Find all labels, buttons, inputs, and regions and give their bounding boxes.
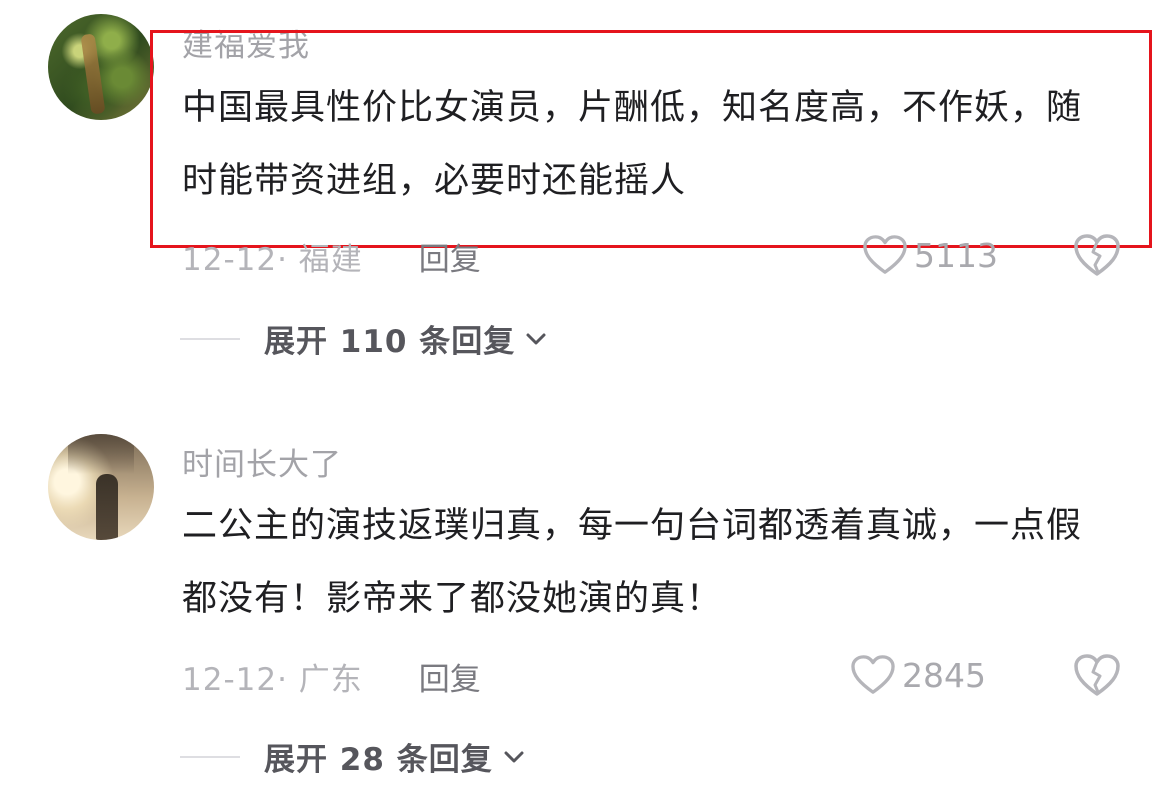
like-count: 5113 <box>914 235 998 275</box>
comment-text: 中国最具性价比女演员，片酬低，知名度高，不作妖，随时能带资进组，必要时还能摇人 <box>182 88 1083 201</box>
comment-item: 时间长大了 二公主的演技返璞归真，每一句台词都透着真诚，一点假都没有！影帝来了都… <box>0 420 1169 791</box>
like-count: 2845 <box>902 655 986 695</box>
heart-outline-icon <box>863 235 907 274</box>
divider-line <box>180 337 240 340</box>
expand-replies-button[interactable]: 展开 110 条回复 <box>180 316 547 361</box>
comment-meta: 12-12· 福建 回复 <box>182 234 481 279</box>
comment-item: 建福爱我 中国最具性价比女演员，片酬低，知名度高，不作妖，随时能带资进组，必要时… <box>0 0 1169 400</box>
reply-button[interactable]: 回复 <box>419 654 481 699</box>
broken-heart-icon <box>1074 654 1120 696</box>
expand-replies-label: 展开 28 条回复 <box>264 742 493 778</box>
chevron-down-icon <box>504 751 524 762</box>
dislike-button[interactable] <box>1073 652 1121 698</box>
dislike-button[interactable] <box>1073 232 1121 278</box>
avatar[interactable] <box>48 14 154 120</box>
expand-replies-label: 展开 110 条回复 <box>264 324 516 360</box>
expand-replies-button[interactable]: 展开 28 条回复 <box>180 734 525 779</box>
heart-outline-icon <box>851 655 895 694</box>
comment-date-location: 12-12· 广东 <box>182 661 363 698</box>
avatar[interactable] <box>48 434 154 540</box>
chevron-down-icon <box>526 333 546 344</box>
divider-line <box>180 755 240 758</box>
like-button[interactable]: 5113 <box>862 232 998 278</box>
comment-date-location: 12-12· 福建 <box>182 241 363 278</box>
comment-username[interactable]: 时间长大了 <box>182 439 342 484</box>
comment-meta: 12-12· 广东 回复 <box>182 654 481 699</box>
comment-username[interactable]: 建福爱我 <box>182 20 310 65</box>
broken-heart-icon <box>1074 234 1120 276</box>
like-button[interactable]: 2845 <box>850 652 986 698</box>
comment-text: 二公主的演技返璞归真，每一句台词都透着真诚，一点假都没有！影帝来了都没她演的真！ <box>182 506 1083 619</box>
reply-button[interactable]: 回复 <box>419 234 481 279</box>
